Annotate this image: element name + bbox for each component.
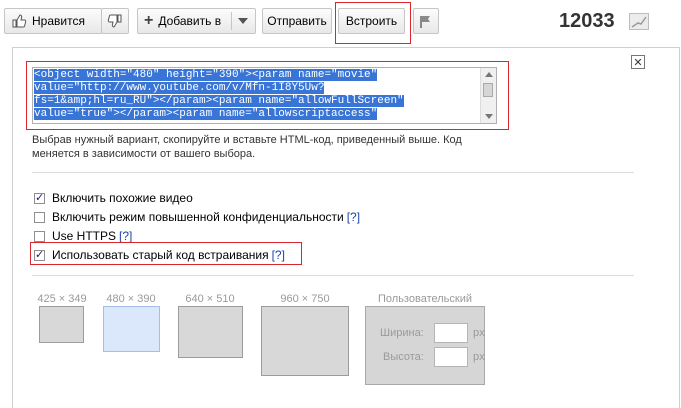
share-button[interactable]: Отправить — [262, 8, 332, 34]
size-option-480[interactable]: 480 × 390 — [100, 293, 162, 305]
option-use-https[interactable]: Use HTTPS [?] — [34, 229, 132, 243]
custom-width-input[interactable] — [434, 323, 468, 343]
embed-button-highlight — [335, 2, 411, 44]
size-swatch-960[interactable] — [261, 306, 349, 376]
old-embed-highlight — [30, 242, 302, 265]
help-link[interactable]: [?] — [347, 210, 360, 224]
size-option-640[interactable]: 640 × 510 — [176, 293, 244, 305]
add-to-divider — [231, 12, 232, 30]
stats-icon[interactable] — [629, 13, 649, 30]
chevron-down-icon[interactable] — [238, 18, 248, 24]
size-label: 640 × 510 — [185, 293, 235, 305]
option-label: Включить похожие видео — [52, 191, 193, 205]
size-swatch-480[interactable] — [103, 306, 160, 352]
like-button[interactable]: Нравится — [4, 8, 102, 34]
custom-size-box — [365, 306, 485, 385]
option-privacy-mode[interactable]: Включить режим повышенной конфиденциальн… — [34, 210, 360, 224]
help-link[interactable]: [?] — [119, 229, 132, 243]
size-label: 425 × 349 — [37, 293, 87, 305]
custom-height-input[interactable] — [434, 347, 468, 367]
checkbox-related-videos[interactable] — [34, 191, 45, 204]
checkbox-privacy-mode[interactable] — [34, 211, 45, 223]
divider — [32, 275, 634, 276]
dislike-button[interactable] — [101, 8, 129, 34]
custom-height-label: Высота: — [383, 351, 424, 363]
thumbs-up-icon — [11, 13, 27, 29]
custom-width-label: Ширина: — [380, 327, 424, 339]
option-label: Use HTTPS — [52, 229, 117, 243]
code-highlight — [26, 61, 509, 130]
option-label: Включить режим повышенной конфиденциальн… — [52, 210, 344, 224]
size-swatch-640[interactable] — [178, 306, 243, 358]
size-swatch-425[interactable] — [39, 306, 84, 343]
embed-help-text: Выбрав нужный вариант, скопируйте и вста… — [32, 134, 462, 160]
view-count: 12033 — [559, 10, 615, 32]
thumbs-down-icon — [107, 13, 123, 29]
custom-height-unit: px — [473, 351, 485, 363]
share-label: Отправить — [267, 14, 327, 28]
size-label: 480 × 390 — [106, 293, 156, 305]
plus-icon: + — [144, 12, 154, 29]
option-related-videos[interactable]: Включить похожие видео — [34, 191, 193, 205]
checkbox-use-https[interactable] — [34, 230, 45, 242]
custom-size-title: Пользовательский — [378, 293, 472, 305]
size-option-960[interactable]: 960 × 750 — [258, 293, 352, 305]
size-option-425[interactable]: 425 × 349 — [33, 293, 91, 305]
flag-icon — [420, 15, 432, 28]
add-to-label: Добавить в — [158, 14, 222, 28]
size-label: 960 × 750 — [280, 293, 330, 305]
like-label: Нравится — [32, 14, 85, 28]
add-to-button[interactable]: + Добавить в — [137, 8, 256, 34]
divider — [32, 172, 634, 173]
custom-width-unit: px — [473, 327, 485, 339]
flag-button[interactable] — [413, 8, 439, 34]
close-icon[interactable]: ✕ — [631, 55, 645, 69]
